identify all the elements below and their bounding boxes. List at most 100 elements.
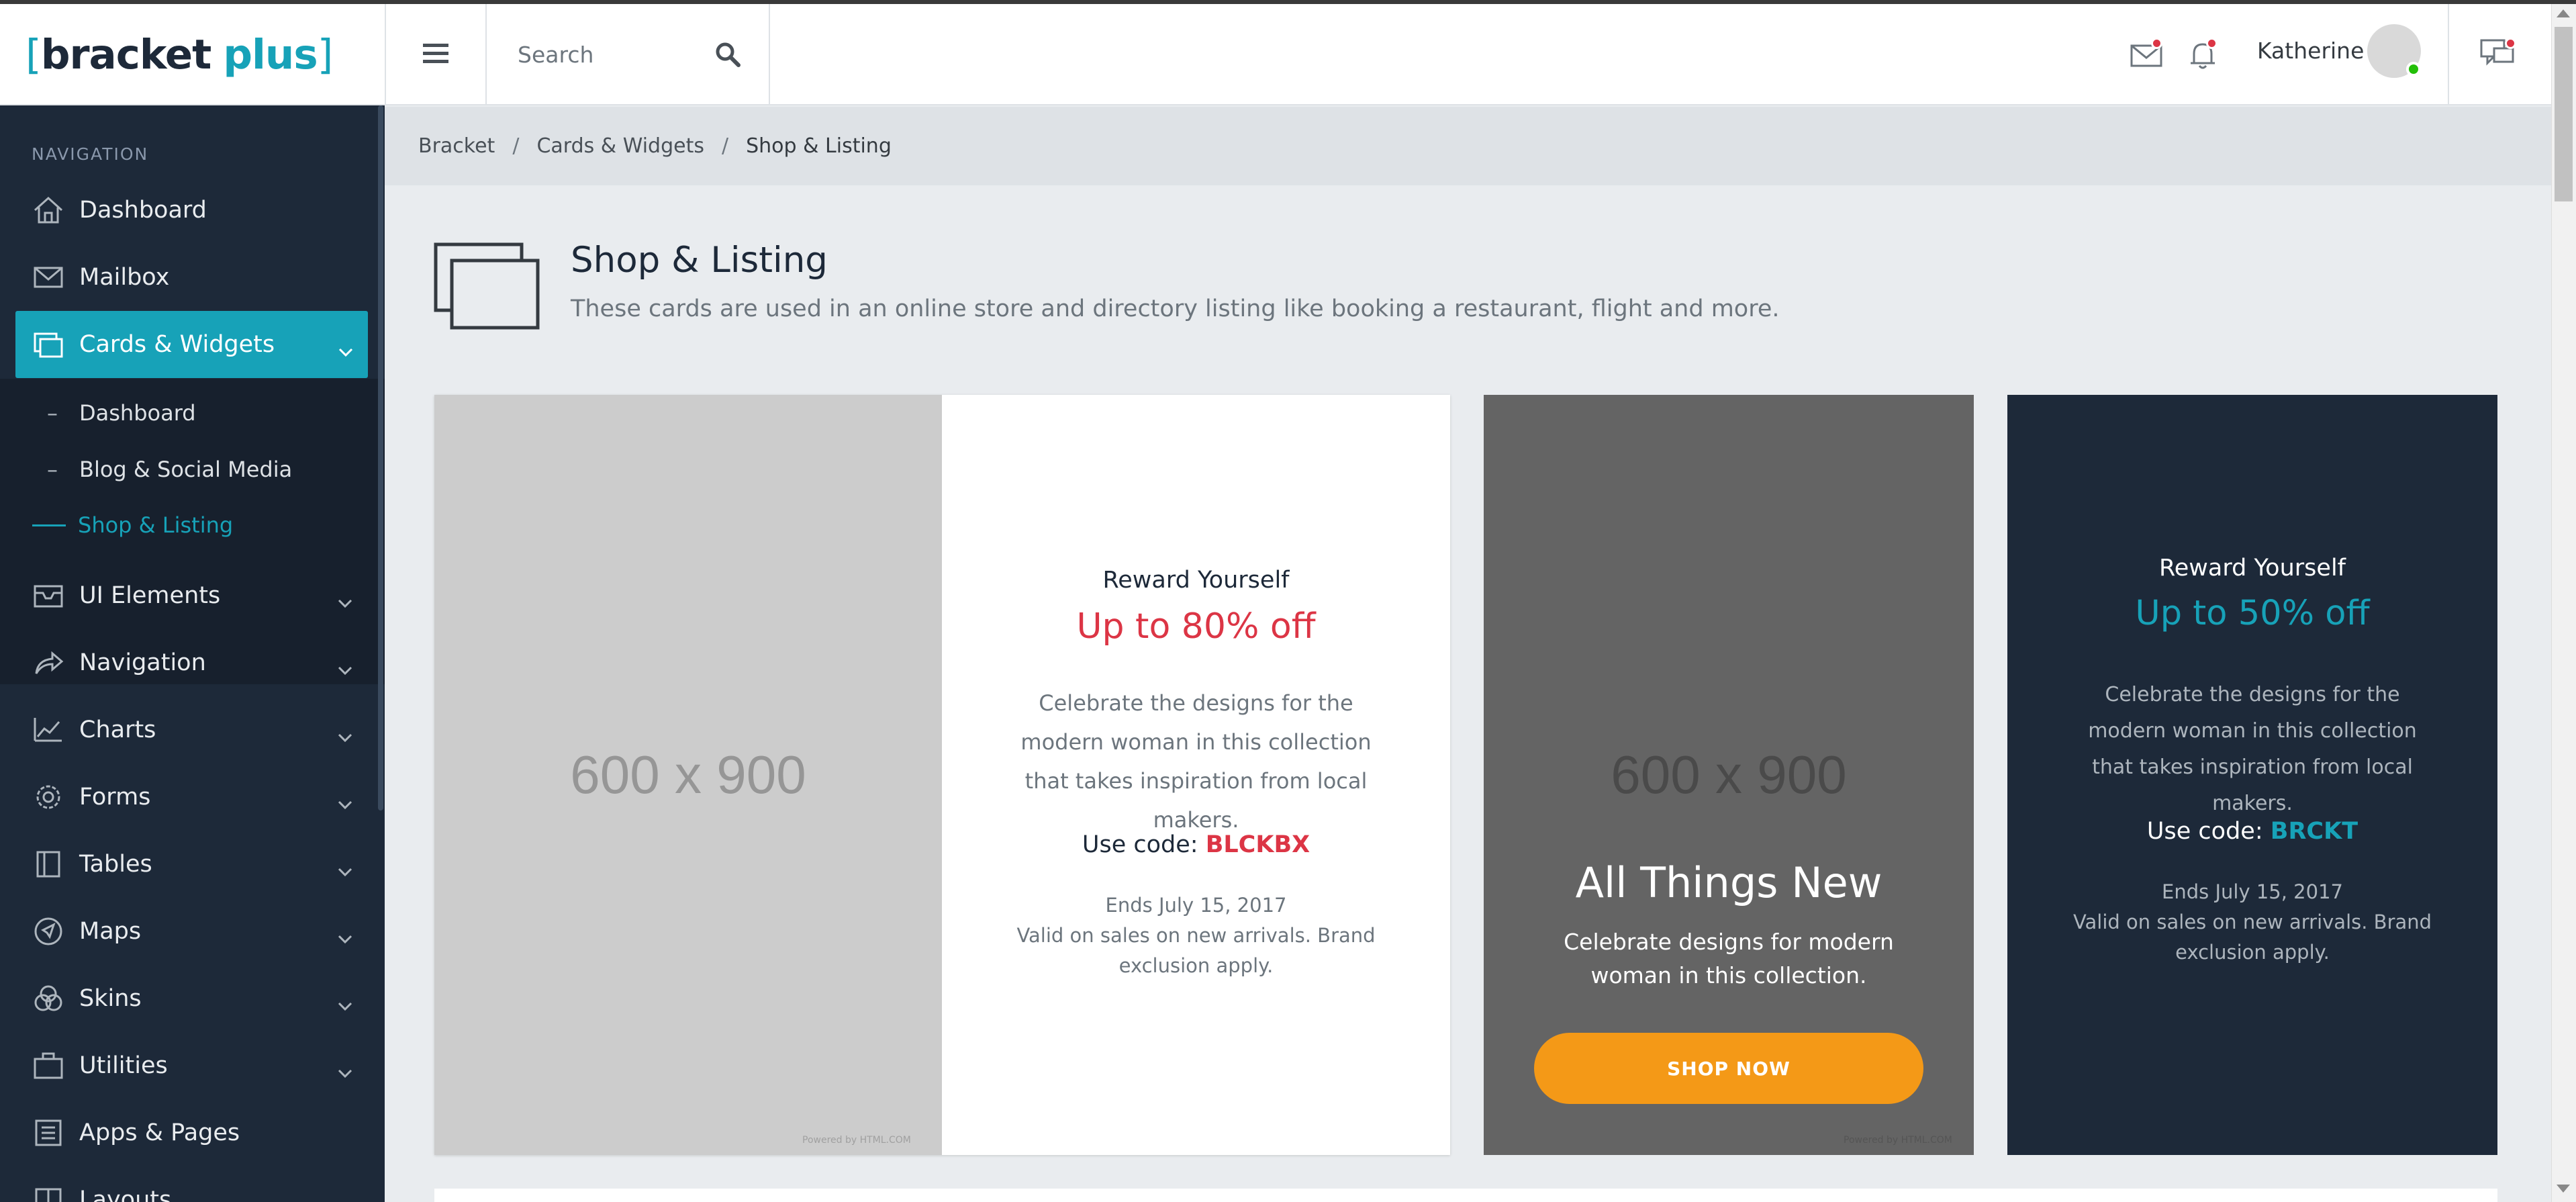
sidebar-item-label: Layouts bbox=[79, 1187, 172, 1202]
logo-bracket-close: ] bbox=[317, 31, 334, 79]
bell-icon bbox=[2186, 43, 2220, 74]
sidebar-item-label: Charts bbox=[79, 716, 156, 743]
page-scrollbar-thumb[interactable] bbox=[2555, 27, 2573, 201]
share-icon bbox=[32, 647, 64, 679]
gear-icon bbox=[32, 781, 64, 813]
shop-now-button[interactable]: SHOP NOW bbox=[1534, 1033, 1923, 1104]
sidebar-item-label: UI Elements bbox=[79, 582, 221, 609]
sidebar-item-maps[interactable]: Maps bbox=[0, 898, 385, 965]
scroll-up-arrow[interactable] bbox=[2557, 9, 2570, 17]
sidebar-item-ui-elements[interactable]: UI Elements bbox=[0, 562, 385, 629]
logo-word-plus: plus bbox=[223, 31, 318, 79]
page-description: These cards are used in an online store … bbox=[571, 295, 1780, 322]
skins-icon bbox=[32, 982, 64, 1015]
search-input[interactable] bbox=[518, 42, 692, 68]
sidebar-item-forms[interactable]: Forms bbox=[0, 764, 385, 831]
overlay-promo-card: 600 x 900 Powered by HTML.COM All Things… bbox=[1484, 395, 1974, 1155]
promo-text: Celebrate the designs for the modern wom… bbox=[1020, 690, 1372, 833]
chart-icon bbox=[32, 714, 64, 746]
breadcrumb-item[interactable]: Cards & Widgets bbox=[536, 134, 704, 158]
sidebar-item-label: Tables bbox=[79, 851, 152, 878]
sidebar-subitem-label: Shop & Listing bbox=[78, 512, 234, 538]
envelope-icon bbox=[32, 261, 64, 293]
chevron-down-icon bbox=[338, 856, 352, 883]
sidebar-item-apps-pages[interactable]: Apps & Pages bbox=[0, 1099, 385, 1166]
sidebar-item-cards-widgets[interactable]: Cards & Widgets bbox=[15, 311, 368, 378]
chat-button[interactable] bbox=[2479, 35, 2516, 68]
promo-conditions: Valid on sales on new arrivals. Brand ex… bbox=[1016, 924, 1376, 977]
chevron-down-icon bbox=[338, 1058, 352, 1084]
sidebar-item-navigation[interactable]: Navigation bbox=[0, 629, 385, 696]
sidebar-scrollbar[interactable] bbox=[378, 105, 383, 811]
card-text: Celebrate designs for modern woman in th… bbox=[1564, 929, 1894, 988]
breadcrumb: Bracket / Cards & Widgets / Shop & Listi… bbox=[385, 107, 2551, 185]
breadcrumb-item[interactable]: Bracket bbox=[418, 134, 495, 158]
search-icon[interactable] bbox=[715, 42, 741, 70]
promo-offer: Up to 50% off bbox=[2135, 594, 2370, 633]
hamburger-icon bbox=[423, 42, 448, 68]
sidebar-subitem-dashboard[interactable]: – Dashboard bbox=[0, 385, 385, 441]
breadcrumb-current: Shop & Listing bbox=[746, 134, 892, 158]
sidebar: NAVIGATION Dashboard Mailbox Cards & Wid… bbox=[0, 105, 385, 1202]
envelope-icon bbox=[2130, 44, 2163, 74]
sidebar-item-layouts[interactable]: Layouts bbox=[0, 1166, 385, 1202]
promo-terms: Ends July 15, 2017 Valid on sales on new… bbox=[1009, 890, 1383, 981]
user-name[interactable]: Katherine bbox=[2257, 38, 2364, 64]
logo-word-bracket: bracket bbox=[40, 31, 212, 79]
sidebar-item-label: Dashboard bbox=[79, 197, 207, 224]
online-status-dot bbox=[2406, 62, 2421, 77]
image-placeholder: 600 x 900 bbox=[434, 395, 942, 1155]
nav-section-label: NAVIGATION bbox=[32, 144, 149, 164]
dark-promo-card: Reward Yourself Up to 50% off Celebrate … bbox=[2007, 395, 2497, 1155]
sidebar-subitem-label: Blog & Social Media bbox=[79, 457, 293, 482]
chevron-down-icon bbox=[338, 789, 352, 816]
ui-icon bbox=[32, 580, 64, 612]
pages-icon bbox=[32, 1117, 64, 1149]
menu-toggle-button[interactable] bbox=[386, 4, 485, 105]
briefcase-icon bbox=[32, 1050, 64, 1082]
sidebar-item-label: Maps bbox=[79, 918, 142, 945]
sidebar-item-label: Forms bbox=[79, 784, 151, 811]
promo-offer: Up to 80% off bbox=[1076, 606, 1316, 647]
chevron-down-icon bbox=[338, 722, 352, 749]
top-header: [ bracket plus ] Katherine bbox=[0, 4, 2551, 105]
table-icon bbox=[32, 848, 64, 880]
promo-end-date: Ends July 15, 2017 bbox=[2162, 880, 2343, 903]
sidebar-item-dashboard[interactable]: Dashboard bbox=[0, 177, 385, 244]
bell-notification[interactable] bbox=[2186, 38, 2220, 71]
sidebar-subitem-shop-listing[interactable]: Shop & Listing bbox=[0, 497, 385, 553]
logo-bracket-open: [ bbox=[26, 31, 42, 79]
cards-icon bbox=[32, 328, 64, 361]
sidebar-item-mailbox[interactable]: Mailbox bbox=[0, 244, 385, 311]
promo-text: Celebrate the designs for the modern wom… bbox=[2088, 683, 2417, 815]
sidebar-item-utilities[interactable]: Utilities bbox=[0, 1032, 385, 1099]
chevron-down-icon bbox=[338, 923, 352, 950]
chevron-down-icon bbox=[338, 336, 353, 363]
next-card-edge bbox=[434, 1189, 2497, 1202]
sidebar-item-charts[interactable]: Charts bbox=[0, 696, 385, 764]
sidebar-item-tables[interactable]: Tables bbox=[0, 831, 385, 898]
promo-card-horizontal: 600 x 900 Powered by HTML.COM Reward You… bbox=[434, 395, 1450, 1155]
scroll-down-arrow[interactable] bbox=[2557, 1185, 2570, 1193]
sidebar-subitem-blog-social[interactable]: – Blog & Social Media bbox=[0, 441, 385, 498]
header-divider bbox=[2448, 4, 2449, 105]
promo-code: BRCKT bbox=[2270, 818, 2358, 845]
mail-notification[interactable] bbox=[2130, 38, 2163, 71]
promo-kicker: Reward Yourself bbox=[2158, 555, 2346, 582]
promo-code-label: Use code: bbox=[2146, 818, 2263, 845]
sidebar-item-skins[interactable]: Skins bbox=[0, 965, 385, 1032]
breadcrumb-separator: / bbox=[512, 134, 520, 158]
promo-card-body: Reward Yourself Up to 80% off Celebrate … bbox=[942, 395, 1450, 1155]
promo-kicker: Reward Yourself bbox=[1102, 567, 1290, 594]
home-icon bbox=[32, 194, 64, 226]
sub-prefix: – bbox=[47, 400, 58, 426]
breadcrumb-separator: / bbox=[722, 134, 729, 158]
search-box bbox=[487, 4, 769, 105]
promo-code: BLCKBX bbox=[1205, 831, 1310, 858]
sub-prefix: – bbox=[47, 457, 58, 482]
placeholder-credit: Powered by HTML.COM bbox=[1844, 1135, 1952, 1146]
logo[interactable]: [ bracket plus ] bbox=[0, 4, 385, 105]
card-title: All Things New bbox=[1575, 858, 1882, 907]
chat-icon bbox=[2479, 39, 2517, 74]
notification-dot bbox=[2206, 38, 2217, 49]
